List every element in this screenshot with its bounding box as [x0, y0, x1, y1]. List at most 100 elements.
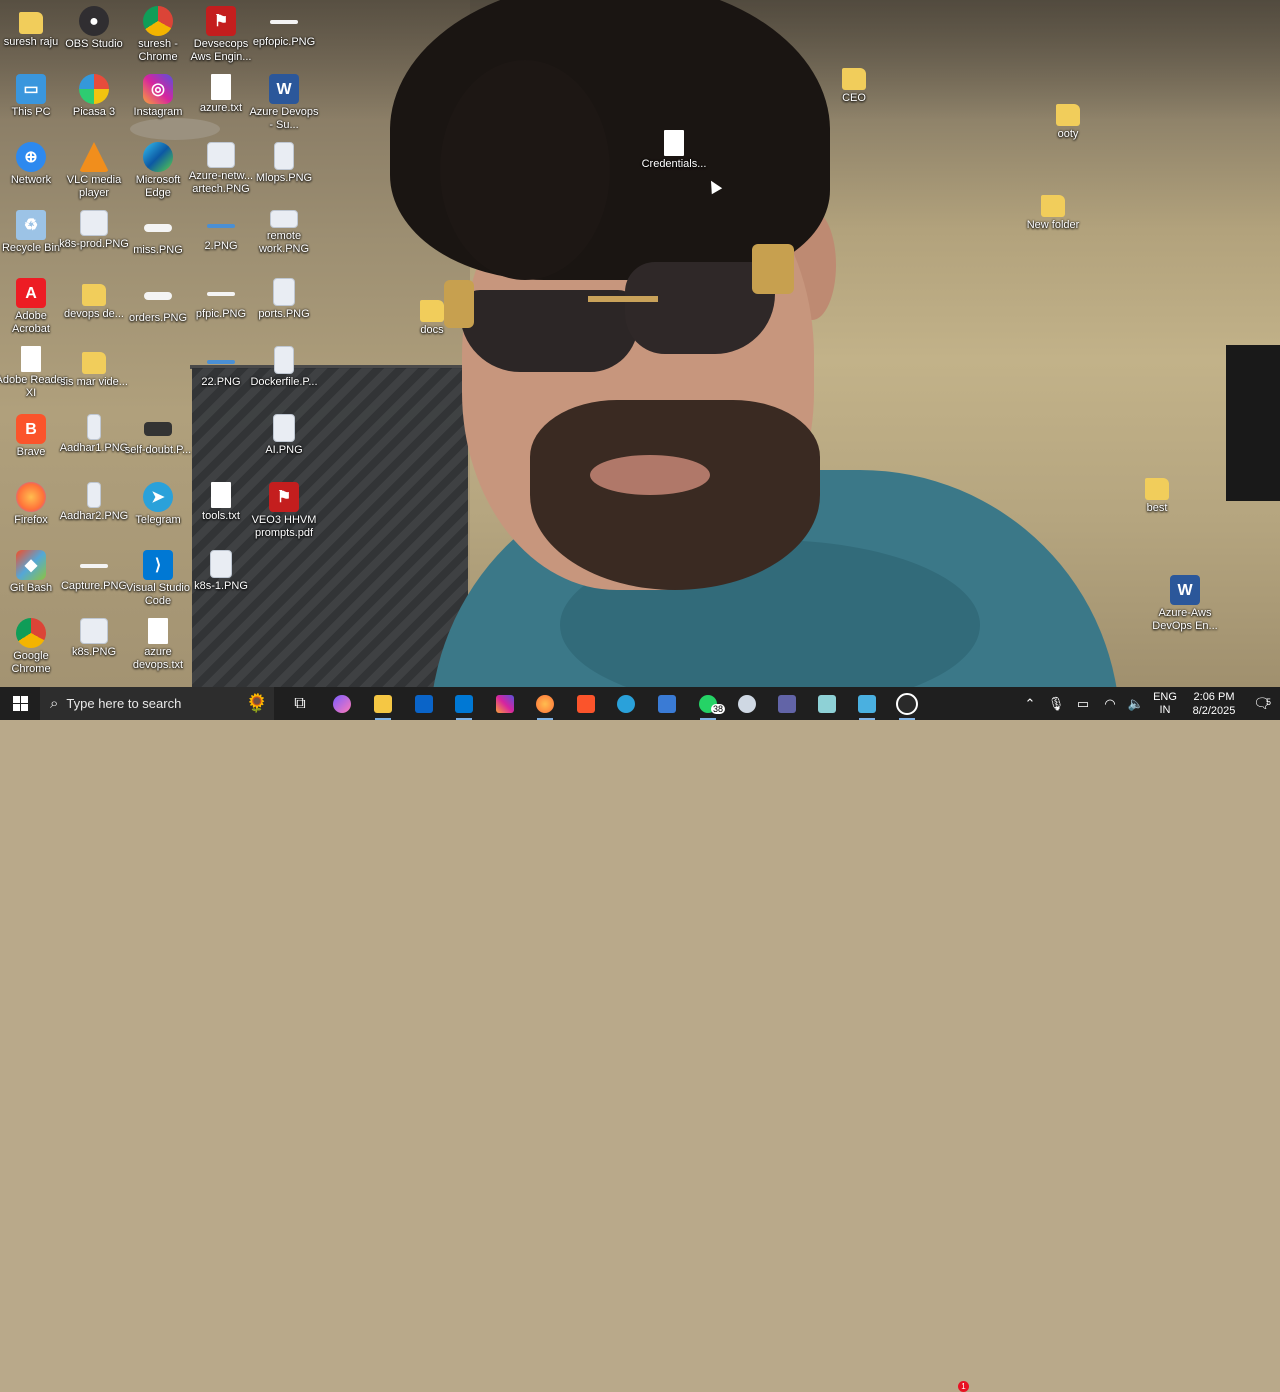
desktop-icon-git-bash[interactable]: ◆ Git Bash: [0, 550, 67, 595]
desktop-icon-adobe-reader[interactable]: Adobe Reader XI: [0, 346, 67, 400]
desktop-icon-picasa[interactable]: Picasa 3: [58, 74, 130, 119]
photos-icon: [858, 694, 876, 713]
desktop-icon-this-pc[interactable]: ▭ This PC: [0, 74, 67, 119]
taskbar-firefox[interactable]: [527, 687, 563, 720]
wifi-button[interactable]: ◠: [1098, 687, 1122, 720]
desktop-icon-ai-png[interactable]: AI.PNG: [248, 414, 320, 457]
vlc-icon: [79, 142, 109, 172]
desktop-icon-22-png[interactable]: 22.PNG: [185, 346, 257, 389]
image-file-icon: [210, 550, 232, 578]
battery-button[interactable]: ▭: [1072, 687, 1094, 720]
desktop-icon-remote-work[interactable]: remote work.PNG: [248, 210, 320, 256]
desktop-icon-adobe-acrobat[interactable]: A Adobe Acrobat: [0, 278, 67, 336]
taskbar-vscode[interactable]: [446, 687, 482, 720]
desktop-icon-devsecops-pdf[interactable]: ⚑ Devsecops Aws Engin...: [185, 6, 257, 64]
taskbar-photos[interactable]: [849, 687, 885, 720]
desktop-icon-network[interactable]: ⊕ Network: [0, 142, 67, 187]
desktop-icon-k8s-1[interactable]: k8s-1.PNG: [185, 550, 257, 593]
desktop-icon-new-folder[interactable]: New folder: [1017, 189, 1089, 232]
sunflower-icon: 🌻: [245, 693, 268, 713]
desktop-icon-capture[interactable]: Capture.PNG: [58, 550, 130, 593]
taskbar-paint[interactable]: [729, 687, 765, 720]
taskbar-telegram[interactable]: [608, 687, 644, 720]
chevron-up-icon: ⌃: [1024, 695, 1036, 711]
desktop-icon-dockerfile[interactable]: Dockerfile.P...: [248, 346, 320, 389]
desktop-icon-firefox[interactable]: Firefox: [0, 482, 67, 527]
taskbar-instagram[interactable]: [487, 687, 523, 720]
desktop-icon-orders[interactable]: orders.PNG: [122, 278, 194, 325]
desktop-icon-azure-devops-su[interactable]: W Azure Devops - Su...: [248, 74, 320, 132]
desktop-icon-credentials[interactable]: Credentials...: [638, 130, 710, 171]
taskbar-notepad[interactable]: [809, 687, 845, 720]
desktop-icon-azure-txt[interactable]: azure.txt: [185, 74, 257, 115]
speaker-icon: 🔈: [1127, 695, 1145, 711]
desktop-icon-obs-studio[interactable]: ● OBS Studio: [58, 6, 130, 51]
desktop-icon-suresh-raju[interactable]: suresh raju: [0, 6, 67, 49]
desktop-icon-vlc[interactable]: VLC media player: [58, 142, 130, 200]
desktop: suresh raju ▭ This PC ⊕ Network ♻ Recycle B…: [0, 0, 1280, 687]
volume-button[interactable]: 🔈: [1124, 687, 1148, 720]
desktop-icon-telegram[interactable]: ➤ Telegram: [122, 482, 194, 527]
notification-center-button[interactable]: 🗨 5: [1244, 687, 1280, 720]
desktop-icon-tools-txt[interactable]: tools.txt: [185, 482, 257, 523]
desktop-icon-edge[interactable]: Microsoft Edge: [122, 142, 194, 200]
desktop-icon-2-png[interactable]: 2.PNG: [185, 210, 257, 253]
computer-icon: ▭: [16, 74, 46, 104]
taskbar-file-explorer[interactable]: [365, 687, 401, 720]
desktop-icon-label: pfpic.PNG: [195, 308, 247, 320]
input-language-button[interactable]: ENG IN: [1150, 687, 1180, 720]
task-view-button[interactable]: ⧉: [282, 687, 318, 720]
desktop-icon-ooty[interactable]: ooty: [1032, 98, 1104, 141]
desktop-icon-label: k8s-prod.PNG: [59, 238, 129, 250]
show-hidden-icons-button[interactable]: ⌃: [1020, 687, 1040, 720]
desktop-icon-brave[interactable]: B Brave: [0, 414, 67, 459]
desktop-icon-best[interactable]: best: [1121, 472, 1193, 515]
microphone-button[interactable]: 🎙: [1046, 687, 1066, 720]
desktop-icon-ports[interactable]: ports.PNG: [248, 278, 320, 321]
image-file-icon: [270, 210, 298, 228]
desktop-icon-sis-mar-vide[interactable]: sis mar vide...: [58, 346, 130, 389]
desktop-icon-mlops[interactable]: Mlops.PNG: [248, 142, 320, 185]
desktop-icon-ceo[interactable]: CEO: [818, 62, 890, 105]
taskbar-teams[interactable]: [769, 687, 805, 720]
desktop-icon-label: Adobe Acrobat: [12, 310, 50, 335]
desktop-icon-label: k8s-1.PNG: [194, 580, 248, 592]
desktop-icon-docs[interactable]: docs: [396, 294, 468, 337]
desktop-icon-instagram[interactable]: ◎ Instagram: [122, 74, 194, 119]
taskbar-outlook[interactable]: [406, 687, 442, 720]
desktop-icon-vscode[interactable]: ⟩ Visual Studio Code: [122, 550, 194, 608]
desktop-icon-label: Brave: [16, 446, 46, 458]
desktop-icon-k8s-prod[interactable]: k8s-prod.PNG: [58, 210, 130, 251]
taskbar-brave[interactable]: [568, 687, 604, 720]
desktop-icon-veo3-pdf[interactable]: ⚑ VEO3 HHVM prompts.pdf: [248, 482, 320, 540]
taskbar-search-box[interactable]: ⌕ Type here to search 🌻: [40, 687, 274, 720]
desktop-icon-k8s-png[interactable]: k8s.PNG: [58, 618, 130, 659]
telegram-icon: ➤: [143, 482, 173, 512]
taskbar-remote-desktop[interactable]: [649, 687, 685, 720]
start-button[interactable]: [0, 687, 40, 720]
desktop-icon-devops-de[interactable]: devops de...: [58, 278, 130, 321]
desktop-icon-miss[interactable]: miss.PNG: [122, 210, 194, 257]
desktop-icon-azure-netw[interactable]: Azure-netw... artech.PNG: [185, 142, 257, 196]
desktop-icon-label: Recycle Bin: [1, 242, 61, 254]
desktop-icon-epfopic[interactable]: epfopic.PNG: [248, 6, 320, 49]
taskbar-snipping-tool[interactable]: [889, 687, 925, 720]
desktop-icon-suresh-chrome[interactable]: suresh - Chrome: [122, 6, 194, 64]
wallpaper-curtain: [192, 368, 468, 687]
desktop-icon-aadhar1[interactable]: Aadhar1.PNG: [58, 414, 130, 455]
desktop-icon-aadhar2[interactable]: Aadhar2.PNG: [58, 482, 130, 523]
desktop-icon-label: Credentials...: [641, 158, 707, 170]
language-region: IN: [1159, 703, 1171, 716]
notification-count: 5: [1266, 697, 1272, 707]
desktop-icon-azure-devops-txt[interactable]: azure devops.txt: [122, 618, 194, 672]
taskbar-copilot[interactable]: [324, 687, 360, 720]
desktop-icon-recycle-bin[interactable]: ♻ Recycle Bin: [0, 210, 67, 255]
desktop-icon-label: Microsoft Edge: [135, 174, 181, 199]
clock-button[interactable]: 2:06 PM 8/2/2025: [1182, 687, 1246, 720]
taskbar-whatsapp[interactable]: 38: [690, 687, 726, 720]
desktop-icon-google-chrome[interactable]: Google Chrome: [0, 618, 67, 676]
image-file-icon: [144, 224, 172, 232]
desktop-icon-pfpic[interactable]: pfpic.PNG: [185, 278, 257, 321]
desktop-icon-self-doubt[interactable]: self-doubt.P...: [122, 414, 194, 457]
desktop-icon-azure-aws-devops[interactable]: W Azure-Aws DevOps En...: [1149, 575, 1221, 633]
